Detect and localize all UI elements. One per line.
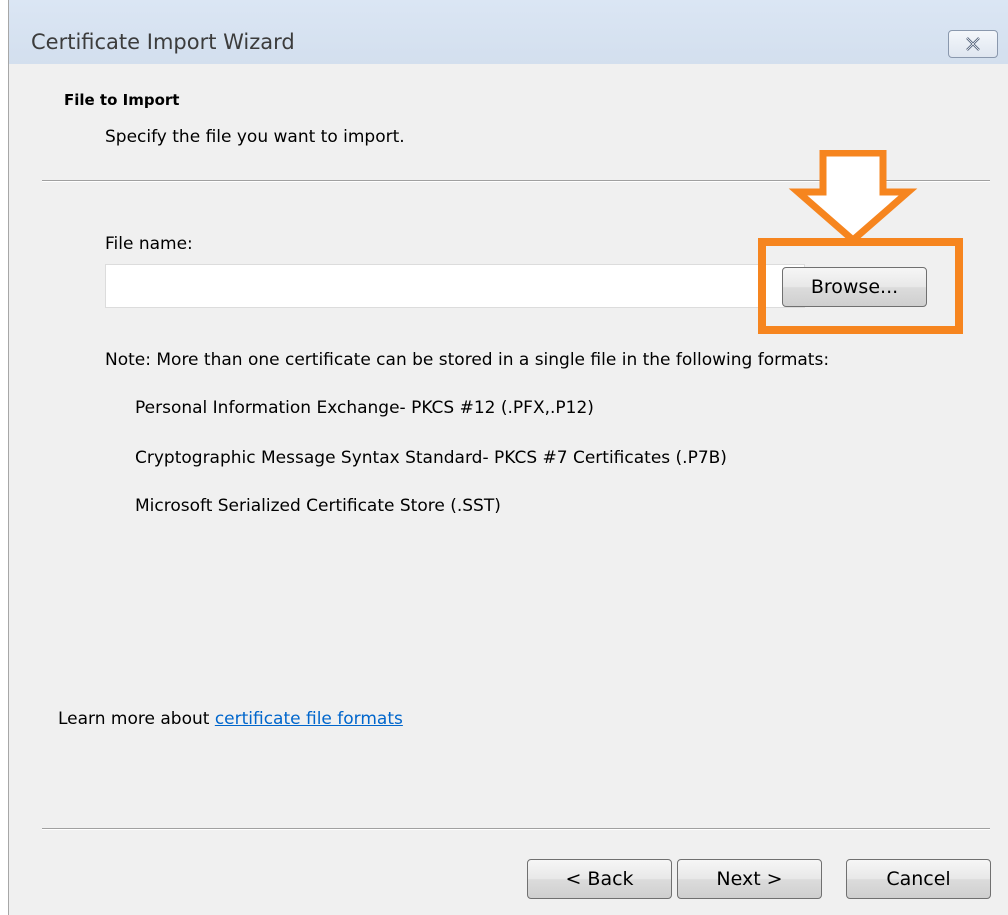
format-item-p7b: Cryptographic Message Syntax Standard- P… xyxy=(135,448,727,468)
learn-more-line: Learn more about certificate file format… xyxy=(58,709,403,729)
browse-button[interactable]: Browse... xyxy=(782,267,927,307)
down-arrow-icon xyxy=(788,150,918,245)
section-title: File to Import xyxy=(64,91,180,109)
file-name-label: File name: xyxy=(105,234,193,254)
cancel-button[interactable]: Cancel xyxy=(846,859,991,899)
format-item-pfx: Personal Information Exchange- PKCS #12 … xyxy=(135,398,594,418)
wizard-dialog: Certificate Import Wizard File to Import… xyxy=(0,0,1008,915)
learn-more-text: Learn more about xyxy=(58,709,215,729)
format-item-sst: Microsoft Serialized Certificate Store (… xyxy=(135,496,501,516)
section-subtitle: Specify the file you want to import. xyxy=(105,127,405,147)
close-icon xyxy=(966,37,980,51)
footer-divider xyxy=(42,828,990,830)
close-button[interactable] xyxy=(948,30,998,58)
formats-note: Note: More than one certificate can be s… xyxy=(105,350,830,370)
back-button[interactable]: < Back xyxy=(527,859,672,899)
next-button[interactable]: Next > xyxy=(677,859,822,899)
certificate-formats-link[interactable]: certificate file formats xyxy=(215,709,403,729)
window-title: Certificate Import Wizard xyxy=(31,30,295,54)
file-name-input[interactable] xyxy=(105,264,805,308)
title-bar: Certificate Import Wizard xyxy=(8,0,1008,64)
